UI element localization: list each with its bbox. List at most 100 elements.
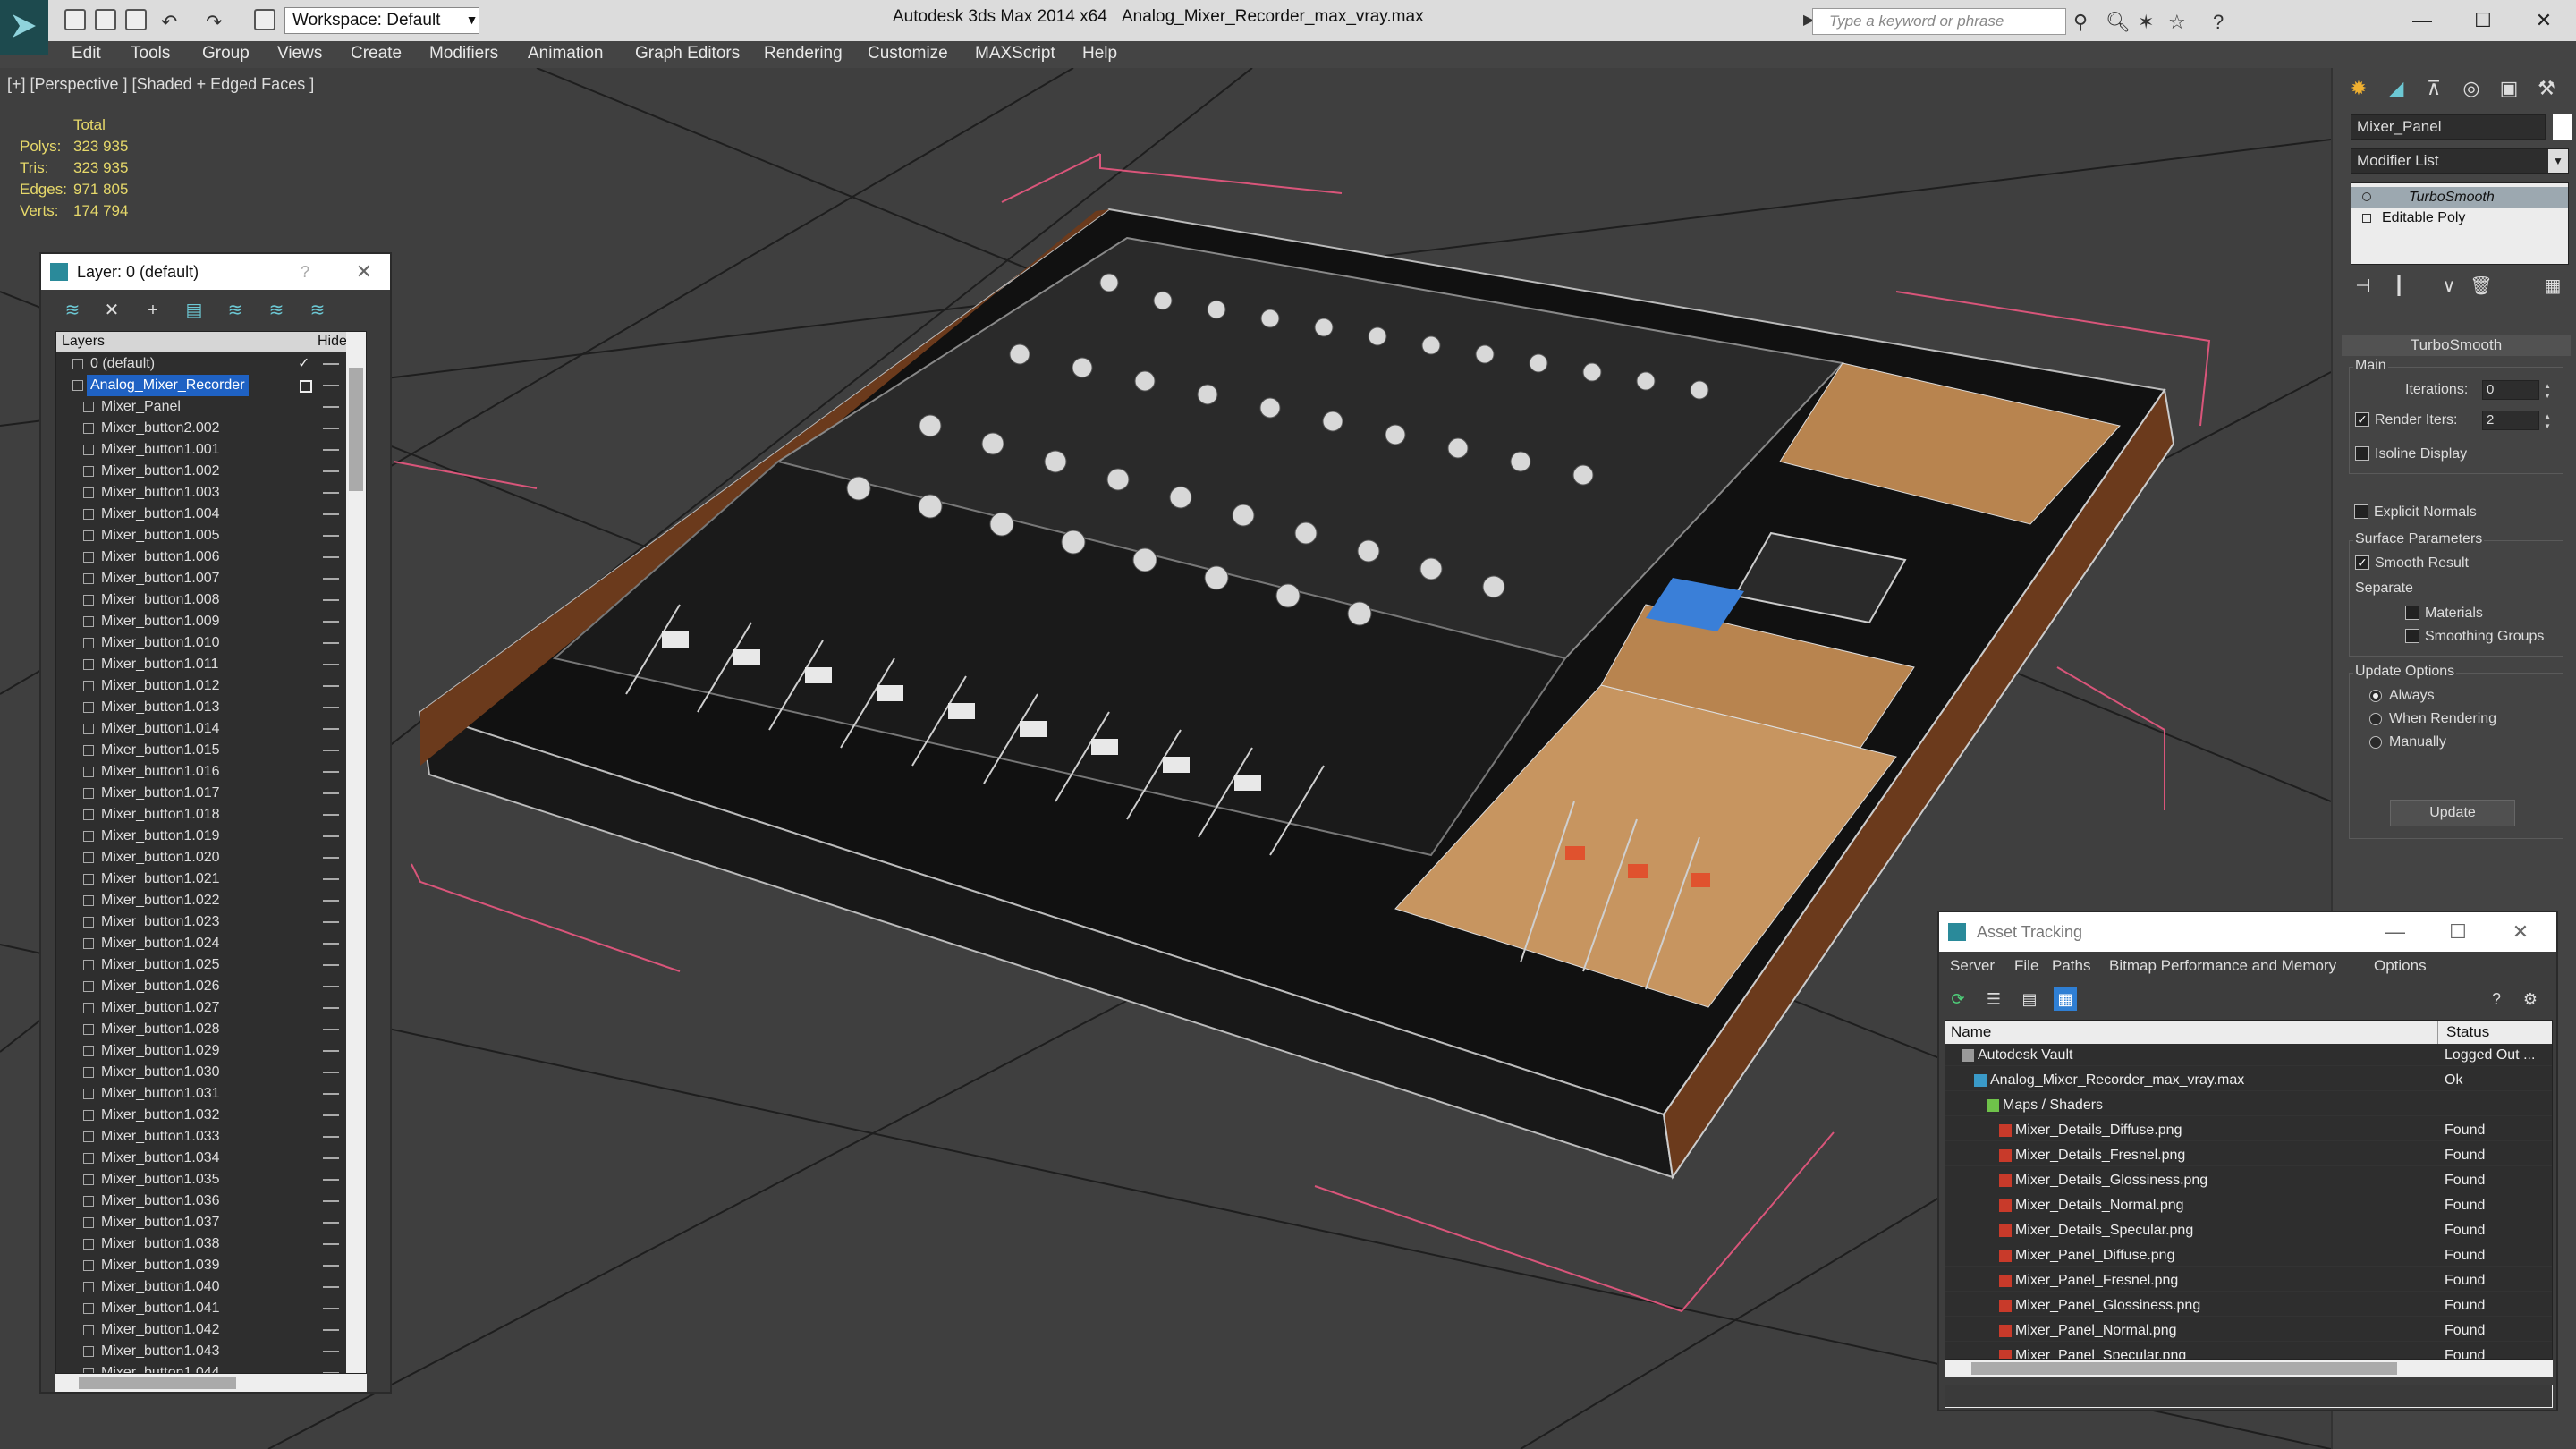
save-file-icon[interactable] [125,9,147,30]
minimize-button[interactable]: — [2394,4,2451,38]
asset-menu-server[interactable]: Server [1950,957,1995,975]
undo-icon[interactable]: ↶ [161,11,177,34]
layer-scrollbar[interactable] [346,332,366,1373]
hide-toggle[interactable] [323,943,339,945]
hide-toggle[interactable] [323,1157,339,1159]
hide-toggle[interactable] [323,1007,339,1009]
layer-row[interactable]: Mixer_button1.020 [56,847,346,869]
freeze-all-layers-icon[interactable]: ≋ [306,299,329,322]
asset-row[interactable]: Mixer_Panel_Fresnel.png Found [1945,1269,2552,1292]
asset-table[interactable]: Name Status Autodesk Vault Logged Out ...… [1945,1020,2553,1360]
smoothing-groups-checkbox[interactable] [2405,629,2419,643]
remove-modifier-icon[interactable]: 🗑︎ [2469,274,2494,299]
col-layers[interactable]: Layers [62,334,105,350]
hide-toggle[interactable] [323,1072,339,1073]
layer-row[interactable]: Mixer_button1.033 [56,1126,346,1148]
menu-tools[interactable]: Tools [131,44,170,64]
asset-menu-bitmap-performance[interactable]: Bitmap Performance and Memory [2109,957,2336,975]
layer-row[interactable]: Mixer_button1.008 [56,589,346,611]
minimize-button[interactable]: — [2368,912,2422,952]
hide-toggle[interactable] [323,1222,339,1224]
hide-toggle[interactable] [323,1200,339,1202]
hide-toggle[interactable] [323,771,339,773]
configure-sets-icon[interactable]: ▦ [2540,274,2565,299]
asset-menu-paths[interactable]: Paths [2052,957,2090,975]
hide-toggle[interactable] [323,835,339,837]
layer-row[interactable]: Mixer_button1.005 [56,525,346,547]
hide-toggle[interactable] [323,599,339,601]
hide-toggle[interactable] [323,792,339,794]
asset-row[interactable]: Mixer_Details_Normal.png Found [1945,1194,2552,1216]
asset-row[interactable]: Mixer_Details_Specular.png Found [1945,1219,2552,1241]
layer-row[interactable]: Mixer_button1.031 [56,1083,346,1105]
menu-modifiers[interactable]: Modifiers [429,44,498,64]
layer-row[interactable]: Mixer_button1.026 [56,976,346,997]
hide-toggle[interactable] [323,685,339,687]
layer-row[interactable]: Mixer_button1.009 [56,611,346,632]
display-tab-icon[interactable]: ▣ [2494,73,2524,104]
hide-toggle[interactable] [323,1265,339,1267]
highlight-layer-icon[interactable]: ≋ [224,299,247,322]
hide-toggle[interactable] [323,728,339,730]
hide-toggle[interactable] [323,1136,339,1138]
communication-center-icon[interactable]: ✶ [2138,11,2154,34]
layer-hscrollbar[interactable] [55,1374,367,1392]
asset-hscrollbar[interactable] [1945,1360,2553,1377]
settings-icon[interactable]: ⚙ [2519,987,2542,1011]
hide-toggle[interactable] [323,900,339,902]
menu-rendering[interactable]: Rendering [764,44,843,64]
layer-row[interactable]: Mixer_button1.006 [56,547,346,568]
layer-row[interactable]: Mixer_button1.018 [56,804,346,826]
layer-row[interactable]: Mixer_button1.019 [56,826,346,847]
layer-row[interactable]: Mixer_button1.011 [56,654,346,675]
layer-row[interactable]: Mixer_button1.002 [56,461,346,482]
close-icon[interactable]: ✕ [356,254,372,290]
col-hide[interactable]: Hide [318,334,347,350]
help-button[interactable]: ? [301,254,309,290]
layer-row[interactable]: Mixer_button1.038 [56,1233,346,1255]
close-button[interactable]: ✕ [2515,4,2572,38]
hide-all-layers-icon[interactable]: ≋ [265,299,288,322]
layer-row[interactable]: Mixer_button1.017 [56,783,346,804]
motion-tab-icon[interactable]: ◎ [2456,73,2487,104]
layer-row[interactable]: Mixer_button1.012 [56,675,346,697]
scrollbar-thumb[interactable] [1971,1362,2397,1375]
asset-menu-file[interactable]: File [2014,957,2038,975]
menu-maxscript[interactable]: MAXScript [975,44,1055,64]
asset-row[interactable]: Mixer_Details_Fresnel.png Found [1945,1144,2552,1166]
hide-toggle[interactable] [323,492,339,494]
iterations-spinner[interactable]: 0 ▲ ▼ [2482,380,2551,400]
menu-graph-editors[interactable]: Graph Editors [635,44,740,64]
help-icon[interactable]: ? [2485,987,2508,1011]
hide-toggle[interactable] [323,385,339,386]
layer-row[interactable]: Mixer_button2.002 [56,418,346,439]
scrollbar-thumb[interactable] [79,1377,236,1389]
hide-toggle[interactable] [323,578,339,580]
layer-row[interactable]: Mixer_button1.041 [56,1298,346,1319]
refresh-icon[interactable]: ⟳ [1946,987,1970,1011]
object-name-input[interactable]: Mixer_Panel [2351,114,2546,140]
hide-toggle[interactable] [323,750,339,751]
table-view-icon[interactable]: ▦ [2054,987,2077,1011]
hide-toggle[interactable] [323,1179,339,1181]
favorites-star-icon[interactable]: ☆ [2168,11,2186,34]
materials-checkbox[interactable] [2405,606,2419,620]
col-status[interactable]: Status [2446,1023,2489,1041]
show-end-result-icon[interactable]: ┃ [2386,274,2411,299]
modifier-list-dropdown[interactable]: Modifier List ▼ [2351,148,2569,174]
open-file-icon[interactable] [95,9,116,30]
hide-toggle[interactable] [323,878,339,880]
hide-toggle[interactable] [323,707,339,708]
binoculars-icon[interactable]: ⚲ [2073,11,2088,34]
layer-row[interactable]: Mixer_button1.010 [56,632,346,654]
layer-row[interactable]: Mixer_button1.015 [56,740,346,761]
smooth-result-checkbox[interactable]: ✓ [2355,555,2369,570]
asset-menu-options[interactable]: Options [2374,957,2427,975]
workspace-dropdown[interactable]: Workspace: Default [284,7,479,34]
hierarchy-tab-icon[interactable]: ⊼ [2419,73,2449,104]
help-icon[interactable]: ? [2213,11,2224,34]
layer-row[interactable]: Mixer_button1.003 [56,482,346,504]
layer-row[interactable]: Mixer_button1.035 [56,1169,346,1191]
asset-row[interactable]: Mixer_Panel_Glossiness.png Found [1945,1294,2552,1317]
layer-row[interactable]: Mixer_button1.027 [56,997,346,1019]
